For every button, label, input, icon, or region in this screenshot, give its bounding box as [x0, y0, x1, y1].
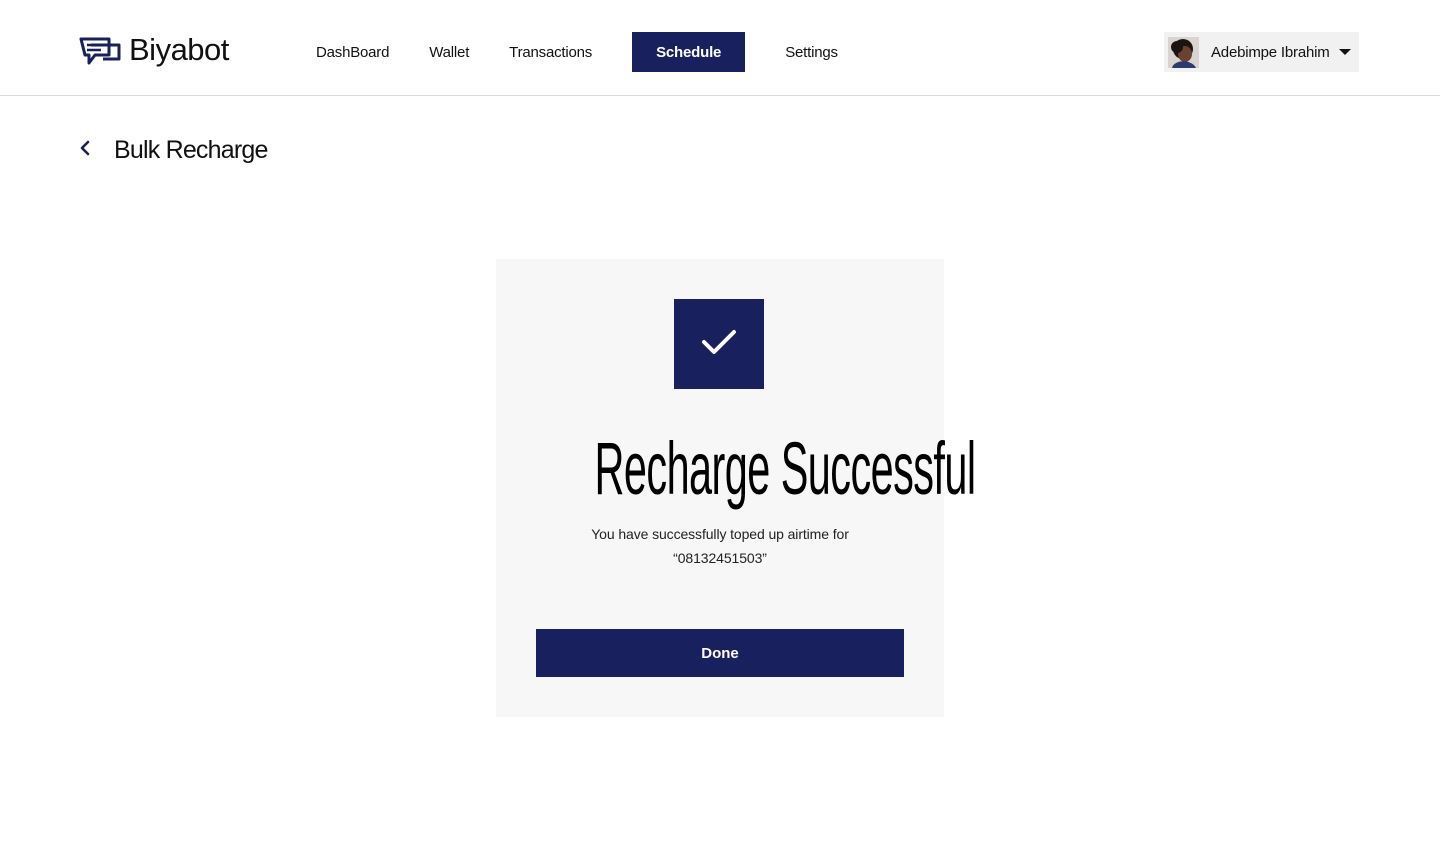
nav-item-wallet[interactable]: Wallet [409, 32, 489, 72]
success-title: Recharge Successful [594, 427, 977, 510]
user-menu[interactable]: Adebimpe Ibrahim [1164, 32, 1359, 72]
success-message-line-1: You have successfully toped up airtime f… [591, 526, 849, 542]
top-navigation-bar: Biyabot DashBoard Wallet Transactions Sc… [0, 0, 1440, 96]
nav-item-transactions[interactable]: Transactions [489, 32, 612, 72]
biyabot-logo-icon [79, 33, 123, 67]
user-name: Adebimpe Ibrahim [1211, 43, 1330, 61]
nav-item-settings[interactable]: Settings [765, 32, 858, 72]
checkmark-icon [701, 328, 737, 361]
main-nav: DashBoard Wallet Transactions Schedule S… [296, 32, 858, 72]
nav-item-schedule[interactable]: Schedule [632, 32, 746, 72]
success-card: Recharge Successful You have successfull… [496, 259, 977, 717]
success-message: You have successfully toped up airtime f… [560, 522, 880, 570]
chevron-left-icon [79, 140, 91, 161]
page-title: Bulk Recharge [114, 135, 268, 164]
recipient-phone-number: “08132451503” [673, 550, 767, 566]
page-header: Bulk Recharge [79, 132, 268, 168]
done-button[interactable]: Done [536, 629, 904, 677]
caret-down-icon [1338, 49, 1351, 55]
user-avatar [1168, 36, 1199, 68]
success-status-badge [674, 299, 764, 389]
brand-name: Biyabot [129, 32, 229, 67]
brand-logo[interactable]: Biyabot [79, 30, 229, 70]
nav-item-dashboard[interactable]: DashBoard [296, 32, 409, 72]
back-button[interactable] [79, 132, 99, 168]
